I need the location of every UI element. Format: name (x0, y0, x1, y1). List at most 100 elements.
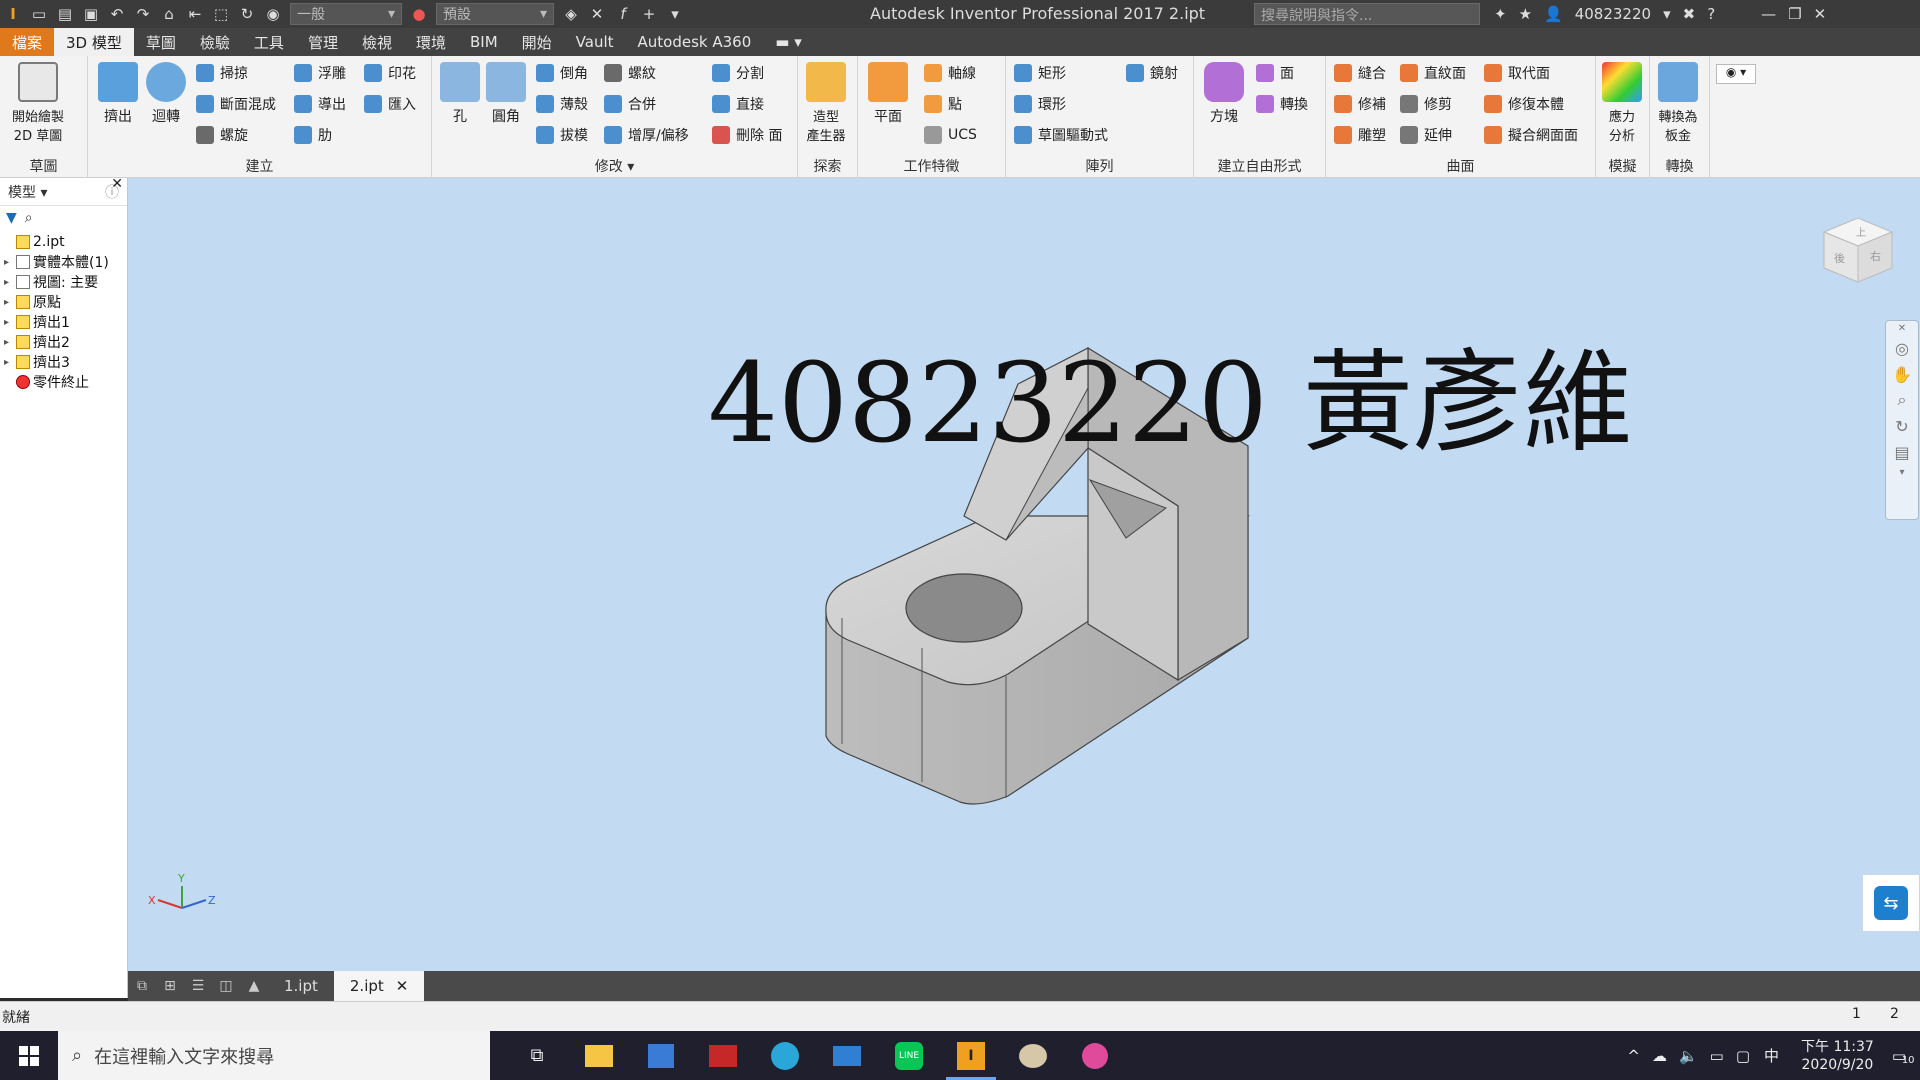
revolve-button[interactable]: 迴轉 (146, 62, 186, 126)
import-button[interactable]: 匯入 (364, 93, 416, 115)
zoom-icon[interactable]: ⌕ (1886, 387, 1918, 413)
doc-tab-2[interactable]: 2.ipt ✕ (333, 971, 425, 1001)
pan-icon[interactable]: ✋ (1886, 361, 1918, 387)
tree-item-extrude2[interactable]: ▸ 擠出2 (4, 332, 123, 352)
material-select[interactable]: 預設 ▾ (436, 3, 554, 25)
expand-icon[interactable]: ▸ (4, 317, 16, 328)
plane-button[interactable]: 平面 (868, 62, 908, 126)
ucs-button[interactable]: UCS (924, 124, 977, 146)
redo-icon[interactable]: ↷ (130, 1, 156, 27)
sweep-button[interactable]: 掃掠 (196, 62, 248, 84)
trim-button[interactable]: 修剪 (1400, 93, 1452, 115)
tile-icon[interactable]: ⊞ (156, 971, 184, 1001)
decal-button[interactable]: 印花 (364, 62, 416, 84)
restore-icon[interactable]: ❐ (1788, 5, 1801, 23)
doc-tab-close-icon[interactable]: ✕ (396, 977, 409, 995)
tree-item-extrude1[interactable]: ▸ 擠出1 (4, 312, 123, 332)
tree-item-view[interactable]: ▸ 視圖: 主要 (4, 272, 123, 292)
tab-vault[interactable]: Vault (564, 28, 626, 56)
battery-icon[interactable]: ▭ (1710, 1047, 1724, 1065)
steering-wheel-icon[interactable]: ◎ (1886, 335, 1918, 361)
tree-item-part[interactable]: 2.ipt (4, 232, 123, 252)
inventor-taskbar-icon[interactable]: I (940, 1031, 1002, 1080)
inventor-logo-icon[interactable]: I (0, 1, 26, 27)
style-select[interactable]: 一般 ▾ (290, 3, 402, 25)
expand-icon[interactable]: ▸ (4, 297, 16, 308)
mirror-button[interactable]: 鏡射 (1126, 62, 1178, 84)
split-button[interactable]: 分割 (712, 62, 764, 84)
ime-indicator[interactable]: 中 (1764, 1045, 1779, 1066)
browser-title[interactable]: 模型 ▾ (8, 182, 47, 202)
shape-generator-button[interactable]: 造型 產生器 (806, 62, 846, 144)
extend-button[interactable]: 延伸 (1400, 124, 1452, 146)
share-view-button[interactable]: ⇆ (1862, 874, 1920, 932)
emboss-button[interactable]: 浮雕 (294, 62, 346, 84)
expand-icon[interactable]: ▸ (4, 357, 16, 368)
browser-close-icon[interactable]: ✕ (111, 176, 123, 192)
volume-icon[interactable]: 🔈 (1679, 1047, 1698, 1065)
tab-start[interactable]: 開始 (510, 28, 564, 56)
sculpt-button[interactable]: 雕塑 (1334, 124, 1386, 146)
close-icon[interactable]: ✕ (1814, 5, 1827, 23)
help-search-input[interactable]: 搜尋說明與指令... (1254, 3, 1480, 25)
extrude-button[interactable]: 擠出 (98, 62, 138, 126)
fillet-button[interactable]: 圓角 (486, 62, 526, 126)
undo-icon[interactable]: ↶ (104, 1, 130, 27)
graphics-viewport[interactable]: — ❐ ✕ 上 後 右 (128, 178, 1920, 971)
plus-icon[interactable]: + (636, 1, 662, 27)
taskbar-search[interactable]: ⌕ 在這裡輸入文字來搜尋 (58, 1031, 490, 1080)
select-icon[interactable]: ⬚ (208, 1, 234, 27)
ribbon-options-icon[interactable]: ◉ ▾ (1716, 64, 1756, 84)
network-icon[interactable]: ▢ (1736, 1047, 1750, 1065)
clear-icon[interactable]: ✕ (584, 1, 610, 27)
point-button[interactable]: 點 (924, 93, 962, 115)
tab-tools[interactable]: 工具 (242, 28, 296, 56)
stitch-button[interactable]: 縫合 (1334, 62, 1386, 84)
edge-icon[interactable] (754, 1031, 816, 1080)
tab-environment[interactable]: 環境 (404, 28, 458, 56)
shell-button[interactable]: 薄殼 (536, 93, 588, 115)
tree-item-extrude3[interactable]: ▸ 擠出3 (4, 352, 123, 372)
help-icon[interactable]: ? (1707, 5, 1715, 23)
adjust-icon[interactable]: ◈ (558, 1, 584, 27)
minimize-icon[interactable]: — (1761, 5, 1776, 23)
repair-body-button[interactable]: 修復本體 (1484, 93, 1564, 115)
game-app-icon[interactable] (692, 1031, 754, 1080)
tab-a360[interactable]: Autodesk A360 (626, 28, 764, 56)
loft-button[interactable]: 斷面混成 (196, 93, 276, 115)
tabs-up-icon[interactable]: ▲ (240, 971, 268, 1001)
direct-button[interactable]: 直接 (712, 93, 764, 115)
cloud-icon[interactable]: ☁ (1652, 1047, 1667, 1065)
stress-analysis-button[interactable]: 應力 分析 (1602, 62, 1642, 144)
coil-button[interactable]: 螺旋 (196, 124, 248, 146)
find-icon[interactable]: ⌕ (25, 210, 33, 226)
tab-bim[interactable]: BIM (458, 28, 510, 56)
part-model[interactable]: 上 後 右 X Y Z (128, 178, 1920, 971)
draft-button[interactable]: 拔模 (536, 124, 588, 146)
file-explorer-icon[interactable] (568, 1031, 630, 1080)
start-button[interactable] (0, 1031, 58, 1080)
line-icon[interactable]: LINE (878, 1031, 940, 1080)
start-sketch-button[interactable]: 開始繪製 2D 草圖 (12, 62, 64, 144)
freeform-face-button[interactable]: 面 (1256, 62, 1294, 84)
appearance-icon[interactable]: ◉ (260, 1, 286, 27)
new-icon[interactable]: ▭ (26, 1, 52, 27)
tray-overflow-icon[interactable]: ^ (1627, 1047, 1640, 1065)
open-icon[interactable]: ▤ (52, 1, 78, 27)
clock[interactable]: 下午 11:37 2020/9/20 (1801, 1038, 1874, 1074)
task-view-icon[interactable]: ⧉ (506, 1031, 568, 1080)
derive-button[interactable]: 導出 (294, 93, 346, 115)
sheet-metal-button[interactable]: 轉換為 板金 (1658, 62, 1698, 144)
group-modify-label[interactable]: 修改 ▾ (432, 156, 797, 176)
axis-button[interactable]: 軸線 (924, 62, 976, 84)
user-dropdown-icon[interactable]: ▾ (1663, 5, 1671, 23)
tile-vertical-icon[interactable]: ◫ (212, 971, 240, 1001)
chamfer-button[interactable]: 倒角 (536, 62, 588, 84)
hole-button[interactable]: 孔 (440, 62, 480, 126)
tab-inspect[interactable]: 檢驗 (188, 28, 242, 56)
nav-close-icon[interactable]: ✕ (1886, 321, 1918, 335)
tree-item-end-of-part[interactable]: 零件終止 (4, 372, 123, 392)
update-icon[interactable]: ↻ (234, 1, 260, 27)
combine-button[interactable]: 合併 (604, 93, 656, 115)
tab-file[interactable]: 檔案 (0, 28, 55, 56)
